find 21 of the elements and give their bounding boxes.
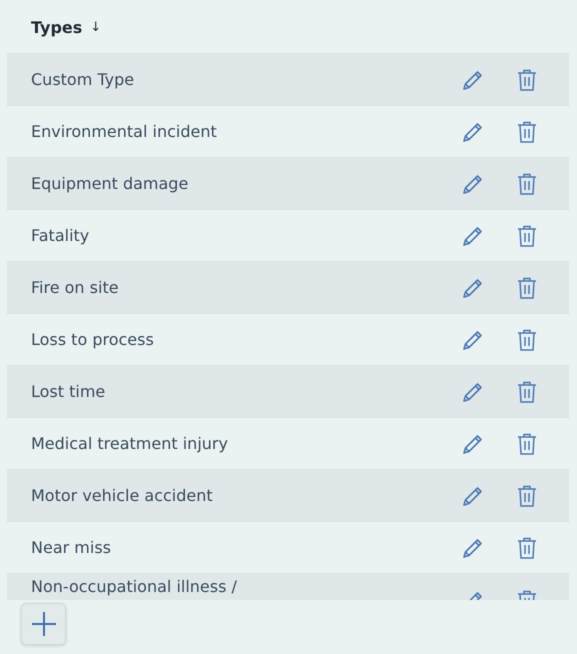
type-name: Medical treatment injury	[31, 434, 229, 453]
type-name: Motor vehicle accident	[31, 486, 214, 505]
list-row[interactable]: Motor vehicle accident	[7, 469, 569, 521]
type-name: Near miss	[31, 538, 112, 557]
type-name: Custom Type	[31, 70, 136, 89]
sort-arrow[interactable]: ↓	[90, 20, 102, 35]
list-row[interactable]: Custom Type	[7, 53, 569, 105]
type-name: Equipment damage	[31, 174, 190, 193]
type-name: Environmental incident	[31, 122, 218, 141]
list-row[interactable]: Equipment damage	[7, 157, 569, 209]
list-row[interactable]: Lost time	[7, 365, 569, 417]
plus-icon	[30, 611, 56, 637]
column-header[interactable]: Types	[31, 18, 82, 37]
type-name: Lost time	[31, 382, 106, 401]
add-button[interactable]	[21, 603, 66, 645]
type-name: Fire on site	[31, 278, 120, 297]
type-name: Fatality	[31, 226, 90, 245]
type-name: Loss to process	[31, 330, 155, 349]
type-name: Non-occupational illness /	[31, 577, 238, 596]
list-row[interactable]: Non-occupational illness /	[7, 573, 569, 600]
list-row[interactable]: Fire on site	[7, 261, 569, 313]
